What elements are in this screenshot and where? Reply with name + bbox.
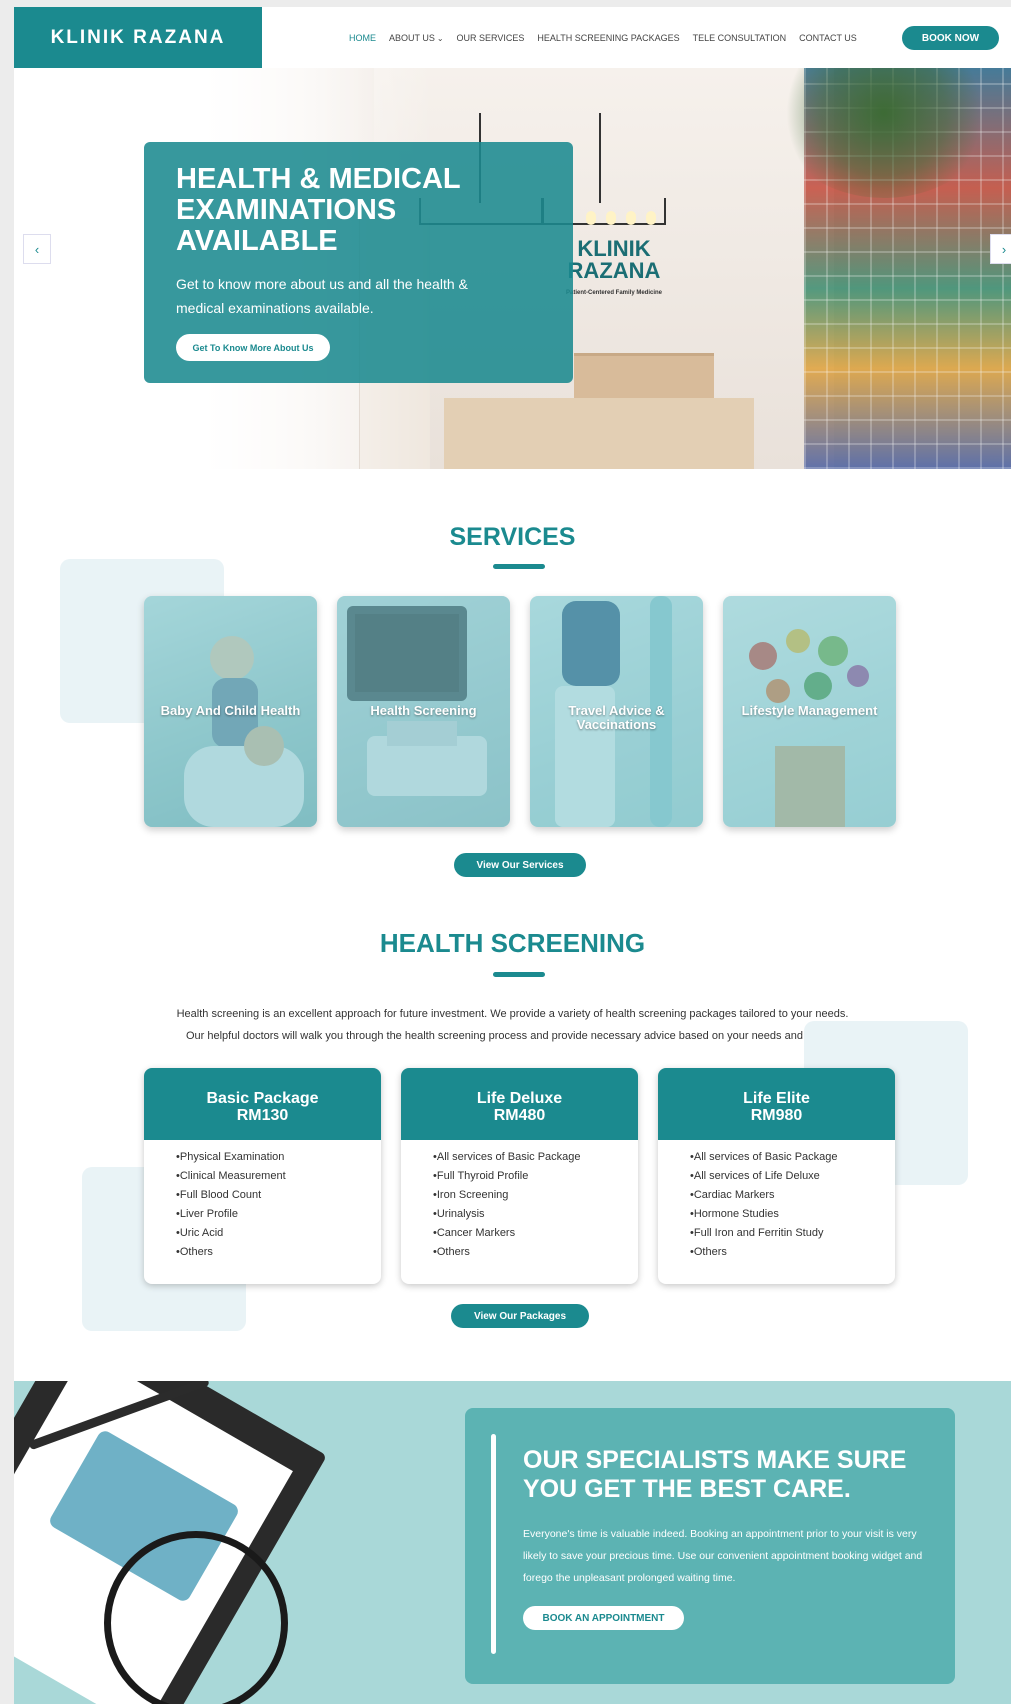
nav-home[interactable]: HOME bbox=[349, 33, 376, 43]
slider-next-button[interactable]: › bbox=[990, 234, 1011, 264]
slider-prev-button[interactable]: ‹ bbox=[23, 234, 51, 264]
hero-slider: KLINIK RAZANA Patient-Centered Family Me… bbox=[14, 68, 1011, 469]
cta-title: OUR SPECIALISTS MAKE SURE YOU GET THE BE… bbox=[523, 1446, 907, 1503]
lamp-bulb bbox=[586, 211, 596, 225]
package-name: Life Elite bbox=[743, 1090, 810, 1107]
view-our-services-button[interactable]: View Our Services bbox=[454, 853, 586, 877]
service-card-health-screening[interactable]: Health Screening bbox=[337, 596, 510, 827]
package-item: Full Thyroid Profile bbox=[433, 1167, 581, 1186]
pendant-lamp-cord bbox=[599, 113, 601, 203]
cta-description: Everyone's time is valuable indeed. Book… bbox=[523, 1528, 923, 1584]
package-items: Physical Examination Clinical Measuremen… bbox=[176, 1148, 286, 1262]
package-item: Full Blood Count bbox=[176, 1186, 286, 1205]
know-more-button[interactable]: Get To Know More About Us bbox=[176, 334, 330, 361]
service-card-label: Baby And Child Health bbox=[160, 703, 301, 718]
lamp-bulb bbox=[646, 211, 656, 225]
hero-title: HEALTH & MEDICAL EXAMINATIONS AVAILABLE bbox=[176, 163, 461, 257]
nav-health-screening-packages[interactable]: HEALTH SCREENING PACKAGES bbox=[537, 33, 679, 43]
main-nav: HOME ABOUT US ⌄ OUR SERVICES HEALTH SCREE… bbox=[349, 7, 870, 68]
package-card-basic[interactable]: Basic Package RM130 Physical Examination… bbox=[144, 1068, 381, 1284]
nav-about-us[interactable]: ABOUT US ⌄ bbox=[389, 33, 444, 43]
package-card-life-elite[interactable]: Life Elite RM980 All services of Basic P… bbox=[658, 1068, 895, 1284]
cta-card: OUR SPECIALISTS MAKE SURE YOU GET THE BE… bbox=[465, 1408, 955, 1684]
hero-image-desk bbox=[444, 398, 754, 469]
lamp-bulb bbox=[606, 211, 616, 225]
service-card-label: Travel Advice & Vaccinations bbox=[568, 703, 665, 732]
site-logo[interactable]: KLINIK RAZANA bbox=[14, 7, 262, 68]
nav-about-us-label: ABOUT US bbox=[389, 32, 435, 43]
cta-accent-line bbox=[491, 1434, 496, 1654]
package-item: Others bbox=[176, 1243, 286, 1262]
nav-contact-us[interactable]: CONTACT US bbox=[799, 33, 857, 43]
service-card-travel-vaccinations[interactable]: Travel Advice & Vaccinations bbox=[530, 596, 703, 827]
package-header: Life Deluxe RM480 bbox=[401, 1068, 638, 1140]
package-header: Basic Package RM130 bbox=[144, 1068, 381, 1140]
package-items: All services of Basic Package All servic… bbox=[690, 1148, 838, 1262]
chevron-down-icon: ⌄ bbox=[436, 33, 444, 43]
package-name: Basic Package bbox=[206, 1090, 319, 1107]
page: KLINIK RAZANA HOME ABOUT US ⌄ OUR SERVICE… bbox=[14, 7, 1011, 1704]
service-card-baby-child-health[interactable]: Baby And Child Health bbox=[144, 596, 317, 827]
nav-our-services[interactable]: OUR SERVICES bbox=[457, 33, 525, 43]
package-item: Physical Examination bbox=[176, 1148, 286, 1167]
package-item: Liver Profile bbox=[176, 1205, 286, 1224]
site-header: KLINIK RAZANA HOME ABOUT US ⌄ OUR SERVICE… bbox=[14, 7, 1011, 68]
package-item: Iron Screening bbox=[433, 1186, 581, 1205]
package-item: All services of Basic Package bbox=[433, 1148, 581, 1167]
package-item: All services of Life Deluxe bbox=[690, 1167, 838, 1186]
package-price: RM980 bbox=[750, 1107, 803, 1124]
lamp-bulb bbox=[626, 211, 636, 225]
package-item: All services of Basic Package bbox=[690, 1148, 838, 1167]
hero-description: Get to know more about us and all the he… bbox=[176, 276, 468, 316]
package-card-life-deluxe[interactable]: Life Deluxe RM480 All services of Basic … bbox=[401, 1068, 638, 1284]
package-name: Life Deluxe bbox=[476, 1090, 563, 1107]
package-item: Cancer Markers bbox=[433, 1224, 581, 1243]
package-item: Others bbox=[690, 1243, 838, 1262]
package-item: Uric Acid bbox=[176, 1224, 286, 1243]
package-item: Hormone Studies bbox=[690, 1205, 838, 1224]
health-screening-title-underline bbox=[493, 972, 545, 977]
hero-caption-card: HEALTH & MEDICAL EXAMINATIONS AVAILABLE … bbox=[144, 142, 573, 383]
services-title: SERVICES bbox=[449, 523, 576, 551]
book-appointment-button[interactable]: BOOK AN APPOINTMENT bbox=[523, 1606, 684, 1630]
package-price: RM480 bbox=[493, 1107, 546, 1124]
nav-tele-consultation[interactable]: TELE CONSULTATION bbox=[693, 33, 787, 43]
service-card-lifestyle-management[interactable]: Lifestyle Management bbox=[723, 596, 896, 827]
package-item: Clinical Measurement bbox=[176, 1167, 286, 1186]
health-screening-title: HEALTH SCREENING bbox=[379, 928, 646, 958]
service-card-label: Lifestyle Management bbox=[741, 703, 878, 718]
appointment-cta-section: OUR SPECIALISTS MAKE SURE YOU GET THE BE… bbox=[14, 1381, 1011, 1704]
service-card-label: Health Screening bbox=[370, 703, 477, 718]
package-item: Cardiac Markers bbox=[690, 1186, 838, 1205]
package-price: RM130 bbox=[236, 1107, 289, 1124]
chevron-left-icon: ‹ bbox=[34, 241, 40, 257]
book-now-button[interactable]: BOOK NOW bbox=[902, 26, 999, 50]
package-item: Full Iron and Ferritin Study bbox=[690, 1224, 838, 1243]
services-title-underline bbox=[493, 564, 545, 569]
chevron-right-icon: › bbox=[1001, 241, 1007, 257]
view-our-packages-button[interactable]: View Our Packages bbox=[451, 1304, 589, 1328]
package-item: Urinalysis bbox=[433, 1205, 581, 1224]
stethoscope-image bbox=[104, 1531, 288, 1704]
package-item: Others bbox=[433, 1243, 581, 1262]
package-items: All services of Basic Package Full Thyro… bbox=[433, 1148, 581, 1262]
package-header: Life Elite RM980 bbox=[658, 1068, 895, 1140]
